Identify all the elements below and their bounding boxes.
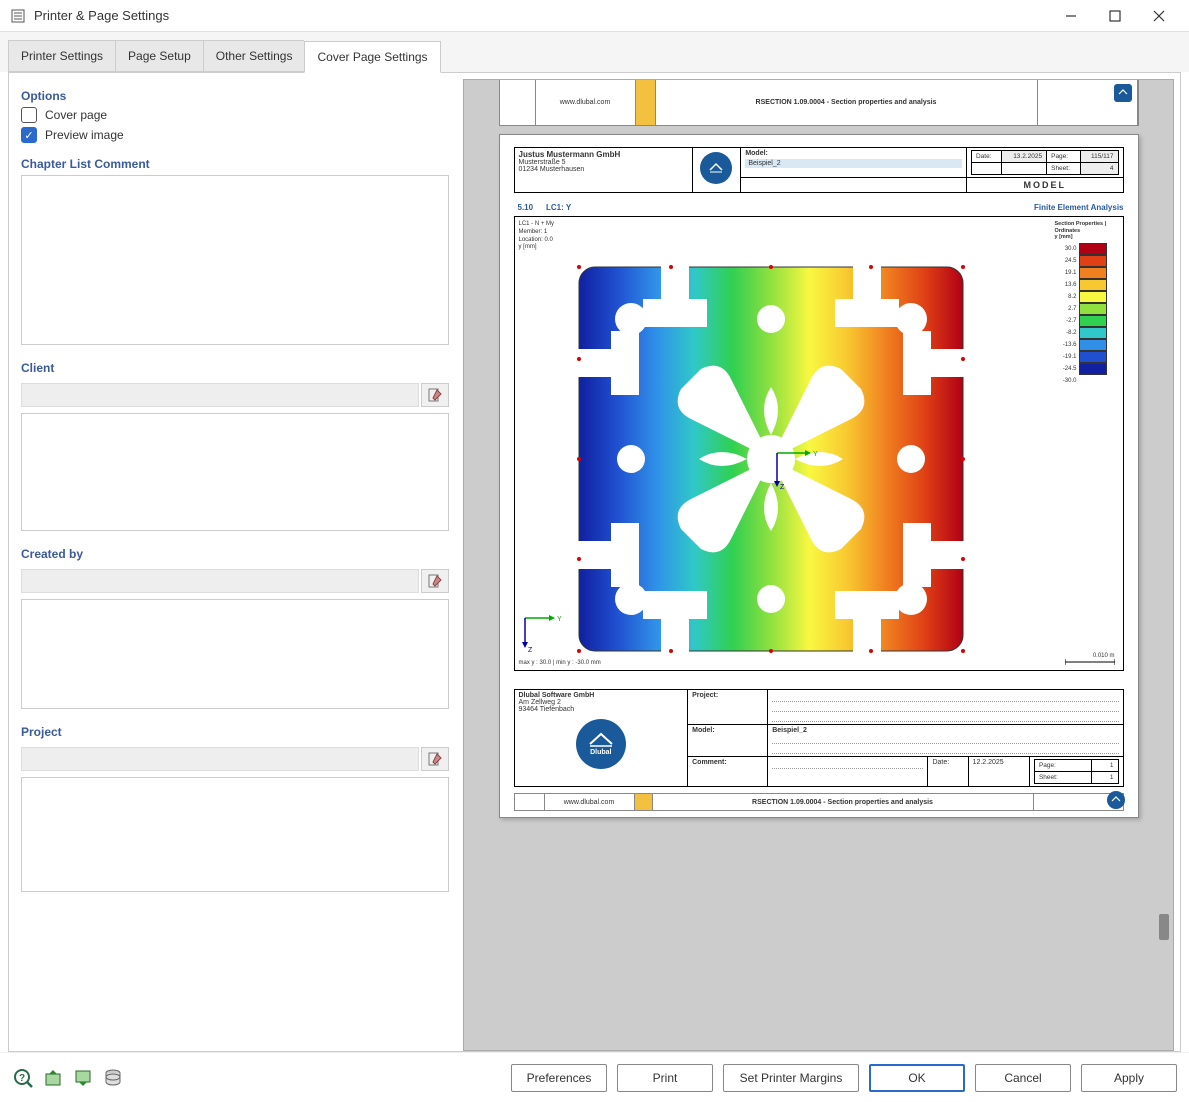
tab-cover-page-settings[interactable]: Cover Page Settings <box>304 41 440 73</box>
apply-button[interactable]: Apply <box>1081 1064 1177 1092</box>
page-header-table: Justus Mustermann GmbH Musterstraße 5 01… <box>514 147 1124 193</box>
svg-text:?: ? <box>19 1073 25 1084</box>
color-legend: Section Properties | Ordinates y [mm] 30… <box>1055 221 1119 387</box>
client-heading: Client <box>21 361 449 375</box>
print-button[interactable]: Print <box>617 1064 713 1092</box>
options-heading: Options <box>21 89 449 103</box>
minimize-button[interactable] <box>1049 1 1093 31</box>
cancel-button[interactable]: Cancel <box>975 1064 1071 1092</box>
edit-icon <box>428 752 442 766</box>
logo-icon <box>1107 791 1125 809</box>
preview-scrollbar[interactable] <box>1157 80 1171 1050</box>
logo-icon <box>700 152 732 184</box>
preview-panel: www.dlubal.com RSECTION 1.09.0004 - Sect… <box>463 79 1174 1051</box>
prev-url: www.dlubal.com <box>536 80 636 125</box>
footer-block: Dlubal Software GmbH Am Zellweg 2 93464 … <box>514 689 1124 787</box>
titlebar: Printer & Page Settings <box>0 0 1189 32</box>
model-label: Model: <box>745 150 962 157</box>
svg-text:Z: Z <box>780 484 785 491</box>
section-header: 5.10 LC1: Y Finite Element Analysis <box>514 203 1124 212</box>
tool-icons: ? <box>12 1067 124 1089</box>
window-title: Printer & Page Settings <box>34 8 1049 23</box>
preview-image-label: Preview image <box>45 128 124 142</box>
edit-icon <box>428 388 442 402</box>
preview-page: Justus Mustermann GmbH Musterstraße 5 01… <box>499 134 1139 818</box>
preferences-button[interactable]: Preferences <box>511 1064 607 1092</box>
tab-printer-settings[interactable]: Printer Settings <box>8 40 115 72</box>
logo-icon: Dlubal <box>576 719 626 769</box>
header-addr1: Musterstraße 5 <box>519 159 688 166</box>
main-area: Options Cover page ✓ Preview image Chapt… <box>8 72 1181 1052</box>
section-title: LC1: Y <box>546 203 571 212</box>
logo-icon <box>1114 84 1132 102</box>
close-button[interactable] <box>1137 1 1181 31</box>
maximize-button[interactable] <box>1093 1 1137 31</box>
load-defaults-icon[interactable] <box>42 1067 64 1089</box>
created-by-name-input[interactable] <box>21 569 419 593</box>
model-value: Beispiel_2 <box>745 159 962 168</box>
project-heading: Project <box>21 725 449 739</box>
analysis-label: Finite Element Analysis <box>1034 203 1124 212</box>
preview-prev-page-footer: www.dlubal.com RSECTION 1.09.0004 - Sect… <box>499 80 1139 126</box>
preview-image-checkbox[interactable]: ✓ <box>21 127 37 143</box>
chapter-list-heading: Chapter List Comment <box>21 157 449 171</box>
created-by-heading: Created by <box>21 547 449 561</box>
chapter-list-textarea[interactable] <box>21 175 449 345</box>
client-name-input[interactable] <box>21 383 419 407</box>
set-margins-button[interactable]: Set Printer Margins <box>723 1064 859 1092</box>
window-controls <box>1049 1 1181 31</box>
fea-frame: LC1 - N + My Member: 1 Location: 0.0 y [… <box>514 216 1124 671</box>
fea-info: LC1 - N + My Member: 1 Location: 0.0 y [… <box>519 221 555 252</box>
minmax-text: max y : 30.0 | min y : -30.0 mm <box>519 660 601 666</box>
help-icon[interactable]: ? <box>12 1067 34 1089</box>
next-page-header: www.dlubal.com RSECTION 1.09.0004 - Sect… <box>514 793 1124 811</box>
app-icon <box>8 6 28 26</box>
ok-button[interactable]: OK <box>869 1064 965 1092</box>
database-icon[interactable] <box>102 1067 124 1089</box>
model-title: MODEL <box>966 178 1123 193</box>
tab-other-settings[interactable]: Other Settings <box>203 40 305 72</box>
client-edit-button[interactable] <box>421 383 449 407</box>
created-by-details-textarea[interactable] <box>21 599 449 709</box>
project-details-textarea[interactable] <box>21 777 449 892</box>
scale-bar: 0.010 m <box>1065 653 1115 666</box>
svg-text:Y: Y <box>557 616 562 623</box>
cover-page-checkbox[interactable] <box>21 107 37 123</box>
left-panel: Options Cover page ✓ Preview image Chapt… <box>15 79 455 1051</box>
created-by-edit-button[interactable] <box>421 569 449 593</box>
svg-text:Z: Z <box>528 647 533 654</box>
cover-page-label: Cover page <box>45 108 107 122</box>
axes-main: Y Z <box>771 445 819 493</box>
bottom-bar: ? Preferences Print Set Printer Margins … <box>0 1052 1189 1102</box>
axes-small: Y Z <box>521 612 565 656</box>
client-details-textarea[interactable] <box>21 413 449 531</box>
save-defaults-icon[interactable] <box>72 1067 94 1089</box>
header-addr2: 01234 Musterhausen <box>519 166 688 173</box>
prev-product: RSECTION 1.09.0004 - Section properties … <box>656 80 1038 125</box>
edit-icon <box>428 574 442 588</box>
section-number: 5.10 <box>514 201 538 214</box>
tab-bar: Printer Settings Page Setup Other Settin… <box>0 32 1189 72</box>
svg-text:Y: Y <box>813 451 818 458</box>
project-name-input[interactable] <box>21 747 419 771</box>
project-edit-button[interactable] <box>421 747 449 771</box>
header-company: Justus Mustermann GmbH <box>519 150 688 159</box>
tab-page-setup[interactable]: Page Setup <box>115 40 203 72</box>
dialog-buttons: Preferences Print Set Printer Margins OK… <box>511 1064 1177 1092</box>
